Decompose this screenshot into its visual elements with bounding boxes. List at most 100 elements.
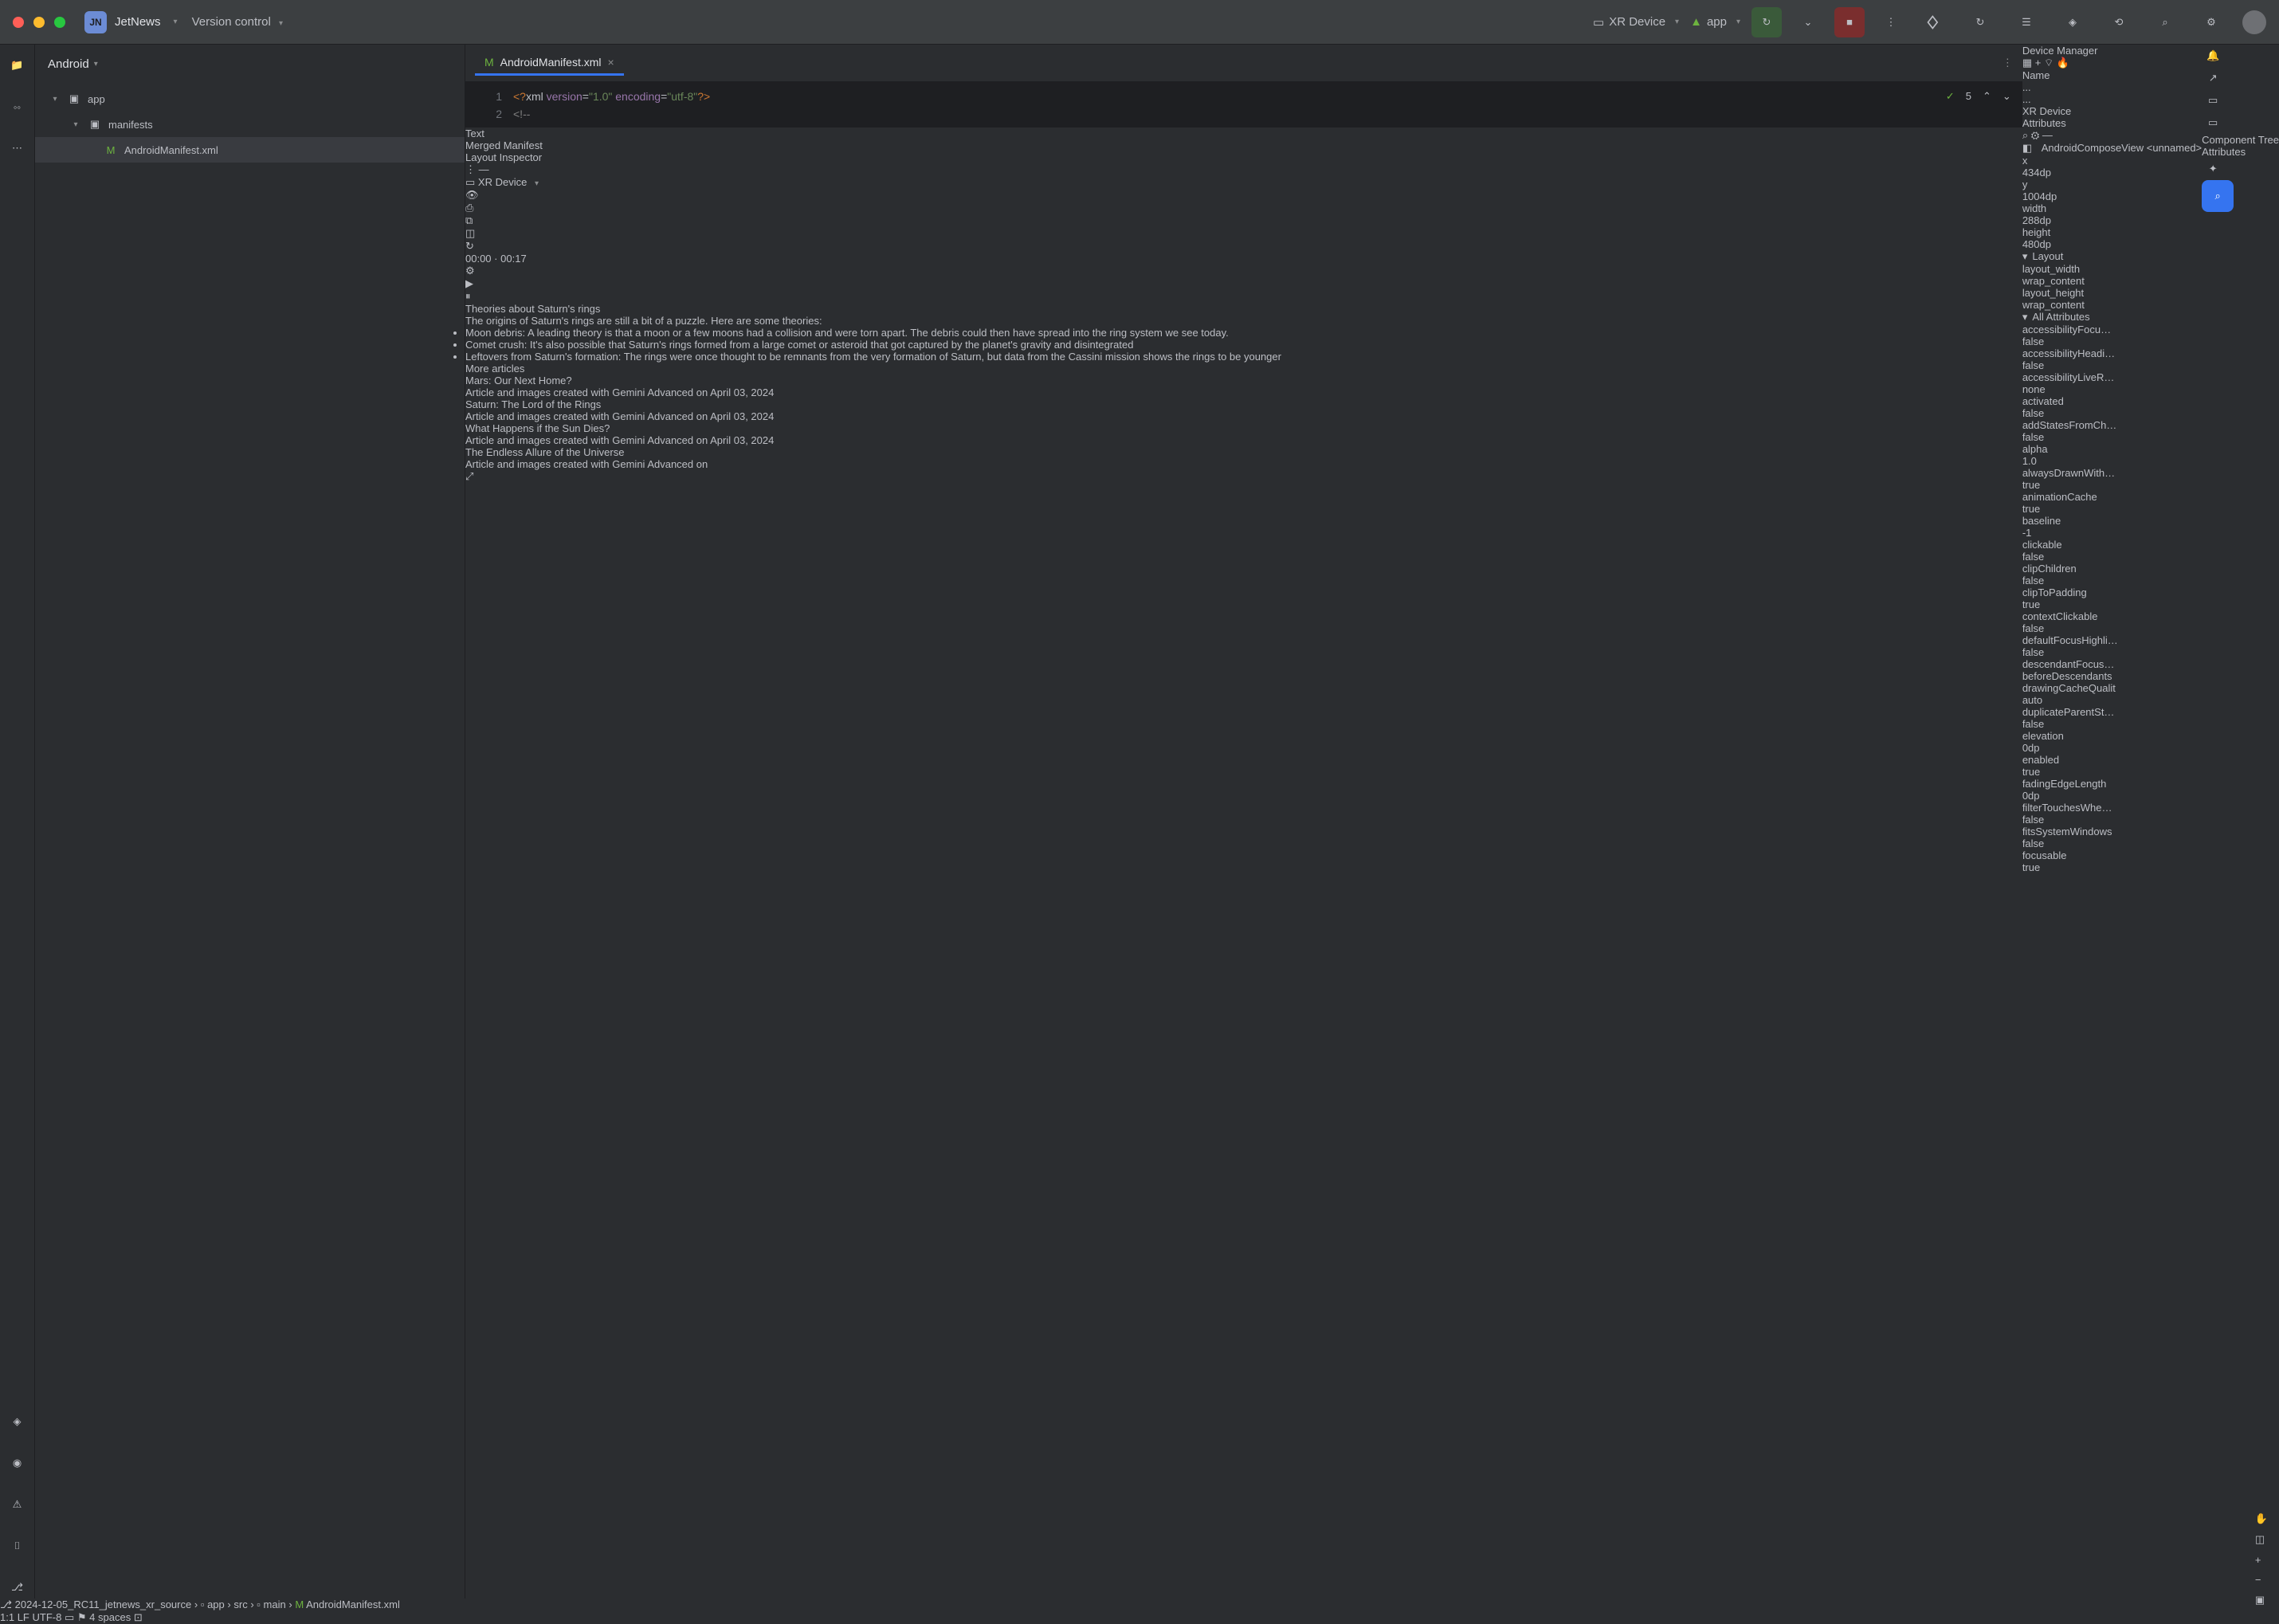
- attr-value[interactable]: beforeDescendants: [2022, 670, 2202, 682]
- android-tool-icon[interactable]: ◉: [6, 1452, 29, 1474]
- attr-row[interactable]: filterTouchesWhe…false: [2022, 802, 2202, 826]
- run-config-selector[interactable]: ▲ app ▾: [1690, 15, 1740, 29]
- more-tool-icon[interactable]: ⋯: [6, 137, 29, 159]
- attr-value[interactable]: true: [2022, 503, 2202, 515]
- inspection-ok-icon[interactable]: ✓: [1946, 90, 1955, 103]
- attr-value[interactable]: -1: [2022, 527, 2202, 539]
- attributes-tab[interactable]: Attributes: [2202, 146, 2279, 158]
- more-article-item[interactable]: What Happens if the Sun Dies?Article and…: [465, 422, 2022, 446]
- refresh-icon[interactable]: ↻: [465, 240, 2022, 253]
- pan-icon[interactable]: ✋: [2255, 1512, 2268, 1525]
- eye-icon[interactable]: 👁: [465, 189, 2022, 202]
- attr-value[interactable]: false: [2022, 551, 2202, 563]
- breadcrumb-src[interactable]: src: [233, 1599, 247, 1610]
- add-icon[interactable]: +: [2035, 57, 2042, 69]
- more-article-item[interactable]: Saturn: The Lord of the RingsArticle and…: [465, 398, 2022, 422]
- user-avatar[interactable]: [2242, 10, 2266, 34]
- attr-value[interactable]: true: [2022, 598, 2202, 610]
- attr-row[interactable]: layout_widthwrap_content: [2022, 263, 2202, 287]
- attr-row[interactable]: alpha1.0: [2022, 443, 2202, 467]
- attr-row[interactable]: baseline-1: [2022, 515, 2202, 539]
- breadcrumb-app[interactable]: app: [207, 1599, 225, 1610]
- attr-value[interactable]: 0dp: [2022, 742, 2202, 754]
- share-icon[interactable]: ↗: [2202, 67, 2224, 89]
- branch-icon[interactable]: ⎇: [0, 1599, 12, 1610]
- device-selector[interactable]: ▭ XR Device ▾: [1593, 15, 1679, 29]
- device-icon[interactable]: ▭: [2202, 89, 2224, 112]
- fit-icon[interactable]: ▣: [2255, 1594, 2268, 1606]
- attr-row[interactable]: clickablefalse: [2022, 539, 2202, 563]
- gear-icon[interactable]: ⚙: [465, 265, 2022, 277]
- attr-row[interactable]: width288dp: [2022, 202, 2202, 226]
- line-ending[interactable]: LF: [18, 1611, 29, 1623]
- sync-icon[interactable]: ↻: [1965, 7, 1995, 37]
- close-tab-icon[interactable]: ×: [608, 56, 614, 69]
- attr-row[interactable]: descendantFocus…beforeDescendants: [2022, 658, 2202, 682]
- attr-value[interactable]: false: [2022, 646, 2202, 658]
- debug-button[interactable]: ⌄: [1793, 7, 1823, 37]
- attr-value[interactable]: 434dp: [2022, 167, 2202, 178]
- play-icon[interactable]: ▶: [465, 277, 2022, 290]
- structure-icon[interactable]: ☰: [2011, 7, 2042, 37]
- col-name[interactable]: Name: [2022, 69, 2202, 81]
- search-icon[interactable]: ⌕: [2150, 7, 2180, 37]
- code-editor[interactable]: 1 <?xml version="1.0" encoding="utf-8"?>…: [465, 83, 2022, 127]
- attr-value[interactable]: false: [2022, 837, 2202, 849]
- attr-row[interactable]: addStatesFromCh…false: [2022, 419, 2202, 443]
- attr-row[interactable]: clipToPaddingtrue: [2022, 586, 2202, 610]
- tree-app[interactable]: ▾ ▣ app: [35, 86, 465, 112]
- more-article-item[interactable]: The Endless Allure of the UniverseArticl…: [465, 446, 2022, 470]
- attr-value[interactable]: false: [2022, 718, 2202, 730]
- attr-value[interactable]: false: [2022, 814, 2202, 826]
- profiler-icon[interactable]: ◈: [2057, 7, 2088, 37]
- git-branch[interactable]: 2024-12-05_RC11_jetnews_xr_source: [15, 1599, 192, 1610]
- attr-value[interactable]: false: [2022, 431, 2202, 443]
- memory-icon[interactable]: ⊡: [134, 1611, 143, 1623]
- pause-icon[interactable]: ⏸: [465, 290, 2022, 303]
- breadcrumb-main[interactable]: main: [264, 1599, 286, 1610]
- tree-manifests[interactable]: ▾ ▣ manifests: [35, 112, 465, 137]
- build-icon[interactable]: [1919, 7, 1949, 37]
- attr-section[interactable]: ▾Layout: [2022, 250, 2202, 263]
- chevron-up-icon[interactable]: ⌃: [1983, 90, 1991, 103]
- project-tool-icon[interactable]: 📁: [6, 54, 29, 76]
- attr-row[interactable]: height480dp: [2022, 226, 2202, 250]
- project-panel-header[interactable]: Android ▾: [35, 45, 465, 83]
- attr-row[interactable]: accessibilityHeadi…false: [2022, 347, 2202, 371]
- attr-value[interactable]: auto: [2022, 694, 2202, 706]
- attr-value[interactable]: false: [2022, 622, 2202, 634]
- more-icon[interactable]: ⋮: [1876, 7, 1906, 37]
- commit-tool-icon[interactable]: ◦◦: [6, 96, 29, 118]
- subtab-text[interactable]: Text: [465, 127, 2022, 139]
- overlay-icon[interactable]: ◫: [465, 227, 2022, 240]
- cursor-position[interactable]: 1:1: [0, 1611, 14, 1623]
- attr-value[interactable]: 0dp: [2022, 790, 2202, 802]
- wifi-icon[interactable]: ⌔: [2044, 57, 2053, 69]
- ai-icon[interactable]: ✦: [2202, 158, 2224, 180]
- attr-row[interactable]: fadingEdgeLength0dp: [2022, 778, 2202, 802]
- inspector-device-selector[interactable]: ▭ XR Device ▾: [465, 176, 2022, 189]
- attr-value[interactable]: true: [2022, 861, 2202, 873]
- attr-value[interactable]: true: [2022, 479, 2202, 491]
- attr-value[interactable]: wrap_content: [2022, 275, 2202, 287]
- attr-row[interactable]: elevation0dp: [2022, 730, 2202, 754]
- breadcrumb-file[interactable]: AndroidManifest.xml: [306, 1599, 400, 1610]
- attr-row[interactable]: alwaysDrawnWith…true: [2022, 467, 2202, 491]
- chevron-down-icon[interactable]: ⌄: [2002, 90, 2011, 103]
- attr-row[interactable]: x434dp: [2022, 155, 2202, 178]
- attr-value[interactable]: true: [2022, 766, 2202, 778]
- search-icon[interactable]: ⌕: [2022, 129, 2028, 141]
- attr-row[interactable]: duplicateParentSt…false: [2022, 706, 2202, 730]
- attr-value[interactable]: false: [2022, 359, 2202, 371]
- more-icon[interactable]: ⋮: [465, 163, 476, 175]
- more-article-item[interactable]: Mars: Our Next Home?Article and images c…: [465, 375, 2022, 398]
- mode-icon[interactable]: ◫: [2255, 1533, 2268, 1546]
- attr-row[interactable]: activatedfalse: [2022, 395, 2202, 419]
- attr-row[interactable]: focusabletrue: [2022, 849, 2202, 873]
- attr-row[interactable]: fitsSystemWindowsfalse: [2022, 826, 2202, 849]
- attr-value[interactable]: wrap_content: [2022, 299, 2202, 311]
- attr-row[interactable]: accessibilityLiveR…none: [2022, 371, 2202, 395]
- gem-icon[interactable]: ◈: [6, 1410, 29, 1433]
- emulator-icon[interactable]: ▭: [2202, 112, 2224, 134]
- attr-row[interactable]: defaultFocusHighli…false: [2022, 634, 2202, 658]
